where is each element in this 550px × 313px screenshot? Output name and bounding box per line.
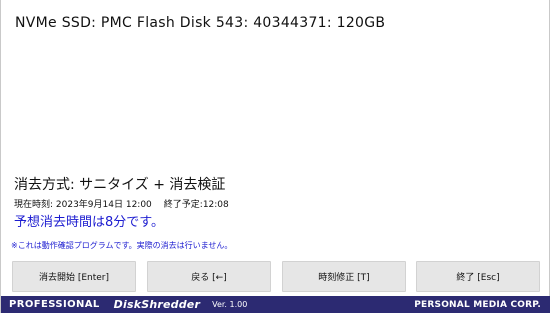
product-name: DiskShredder: [113, 298, 201, 311]
time-adjust-button[interactable]: 時刻修正 [T]: [282, 261, 406, 292]
quit-button[interactable]: 終了 [Esc]: [416, 261, 540, 292]
time-info: 現在時刻: 2023年9月14日 12:00 終了予定:12:08: [14, 197, 229, 210]
app-window: NVMe SSD: PMC Flash Disk 543: 40344371: …: [0, 0, 550, 313]
brand-label: PROFESSIONAL: [9, 299, 100, 310]
button-bar: 消去開始 [Enter] 戻る [←] 時刻修正 [T] 終了 [Esc]: [12, 261, 540, 292]
back-button[interactable]: 戻る [←]: [147, 261, 271, 292]
device-title: NVMe SSD: PMC Flash Disk 543: 40344371: …: [15, 15, 386, 31]
estimate-message: 予想消去時間は8分です。: [14, 215, 164, 230]
erase-method-label: 消去方式: サニタイズ + 消去検証: [14, 177, 226, 193]
version-label: Ver. 1.00: [212, 300, 248, 309]
current-time: 現在時刻: 2023年9月14日 12:00: [14, 200, 152, 210]
start-erase-button[interactable]: 消去開始 [Enter]: [12, 261, 136, 292]
end-time: 終了予定:12:08: [163, 200, 229, 210]
footer-bar: PROFESSIONAL DiskShredder Ver. 1.00 PERS…: [1, 296, 550, 313]
company-name: PERSONAL MEDIA CORP.: [414, 299, 541, 310]
test-notice: ※これは動作確認プログラムです。実際の消去は行いません。: [11, 241, 233, 250]
